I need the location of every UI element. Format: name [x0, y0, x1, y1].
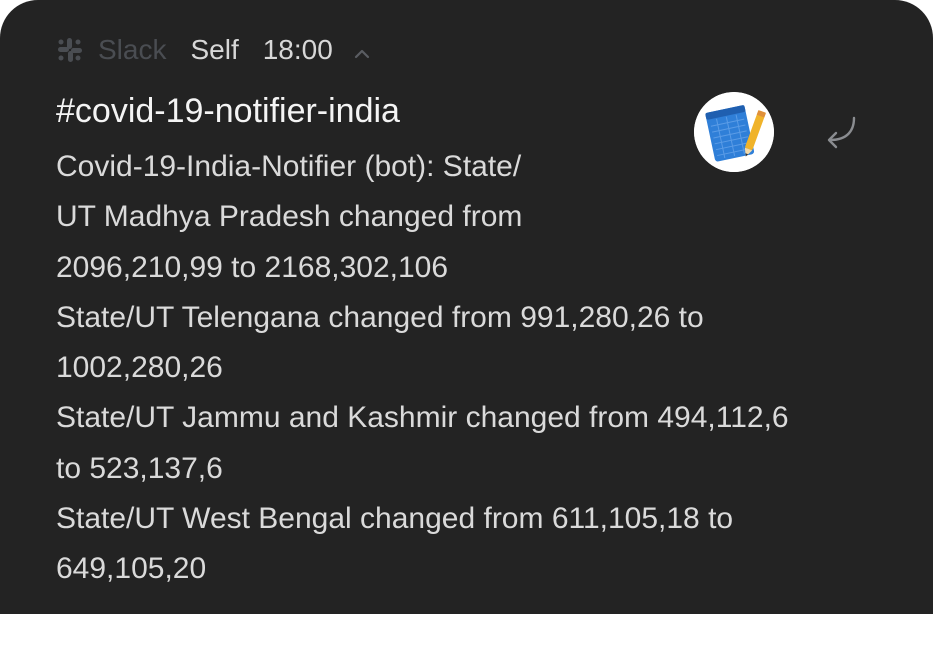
- reply-arrow-icon[interactable]: [816, 110, 864, 158]
- app-name: Slack: [98, 34, 167, 65]
- notification-time: 18:00: [262, 34, 333, 65]
- notepad-avatar-icon: [694, 92, 774, 172]
- sender-name: Self: [190, 34, 239, 65]
- notification-body: Covid-19-India-Notifier (bot): State/ UT…: [56, 142, 886, 595]
- body-line: 649,105,20: [56, 552, 207, 586]
- body-line: to 523,137,6: [56, 451, 223, 485]
- notification-card[interactable]: Slack Self 18:00 #covid-19-notifier-indi…: [0, 0, 933, 614]
- notification-header: Slack Self 18:00: [56, 30, 373, 70]
- body-line: State/UT Telengana changed from 991,280,…: [56, 300, 704, 334]
- body-line: State/UT Jammu and Kashmir changed from …: [56, 401, 789, 435]
- slack-icon: [56, 36, 84, 64]
- body-line: State/UT West Bengal changed from 611,10…: [56, 502, 734, 536]
- chevron-up-icon[interactable]: [351, 40, 373, 62]
- body-line: UT Madhya Pradesh changed from: [56, 200, 523, 234]
- body-line: 2096,210,99 to 2168,302,106: [56, 250, 449, 284]
- body-line: 1002,280,26: [56, 351, 223, 385]
- channel-title: #covid-19-notifier-india: [56, 92, 400, 130]
